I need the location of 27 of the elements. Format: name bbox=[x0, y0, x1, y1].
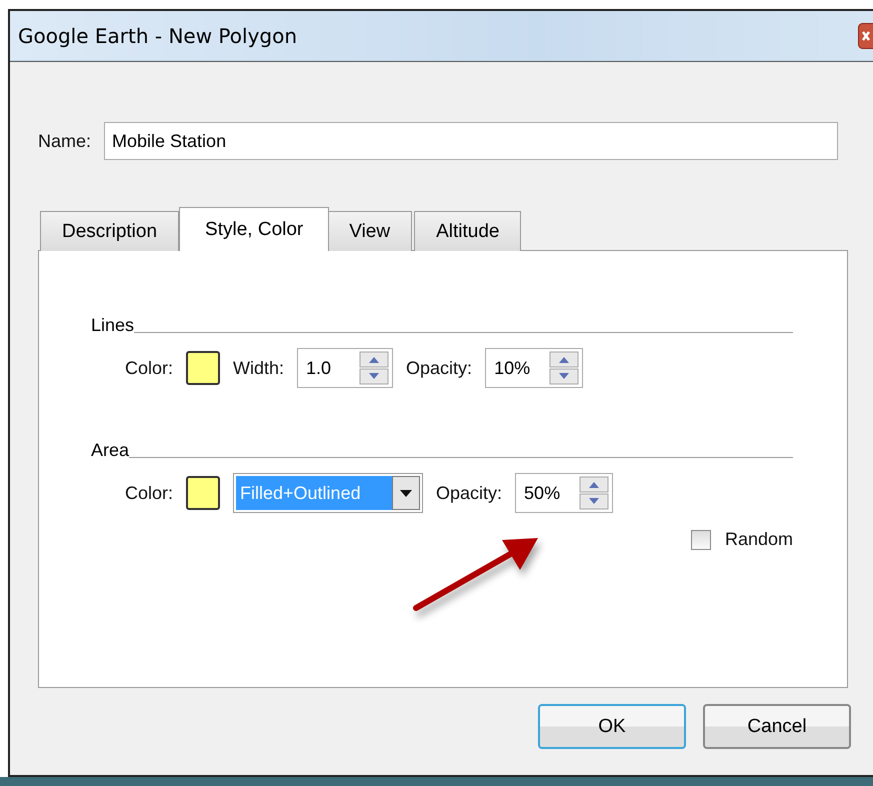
spin-arrows-icon[interactable] bbox=[579, 476, 610, 510]
opacity-spinbox[interactable]: 50% bbox=[515, 473, 614, 513]
dialog-button[interactable]: Cancel bbox=[703, 704, 851, 749]
opacity-spinbox[interactable]: 10% bbox=[485, 348, 584, 388]
spin-arrows-icon[interactable] bbox=[359, 351, 390, 385]
close-button[interactable] bbox=[858, 23, 873, 49]
tab[interactable]: Altitude bbox=[414, 211, 522, 251]
random-label: Random bbox=[724, 529, 793, 550]
name-label: Name: bbox=[38, 130, 92, 152]
color-swatch[interactable] bbox=[186, 351, 220, 385]
color-label: Color: bbox=[125, 482, 174, 504]
spin-arrows-icon[interactable] bbox=[549, 351, 580, 385]
group-title: Lines bbox=[91, 315, 134, 336]
tab[interactable]: Description bbox=[40, 211, 180, 251]
width-spinbox[interactable]: 1.0 bbox=[297, 348, 394, 388]
width-label: Width: bbox=[233, 358, 284, 378]
window-title: Google Earth - New Polygon bbox=[18, 24, 298, 48]
name-field[interactable]: Mobile Station bbox=[104, 122, 838, 160]
random-checkbox[interactable] bbox=[690, 530, 711, 550]
opacity-label: Opacity: bbox=[436, 482, 502, 504]
group-title: Area bbox=[91, 440, 130, 461]
dialog-button[interactable]: OK bbox=[538, 704, 686, 749]
opacity-label: Opacity: bbox=[406, 358, 472, 378]
color-label: Color: bbox=[125, 358, 174, 378]
tab[interactable]: Style, Color bbox=[179, 207, 330, 251]
tab[interactable]: View bbox=[327, 211, 412, 251]
color-swatch[interactable] bbox=[186, 476, 220, 510]
